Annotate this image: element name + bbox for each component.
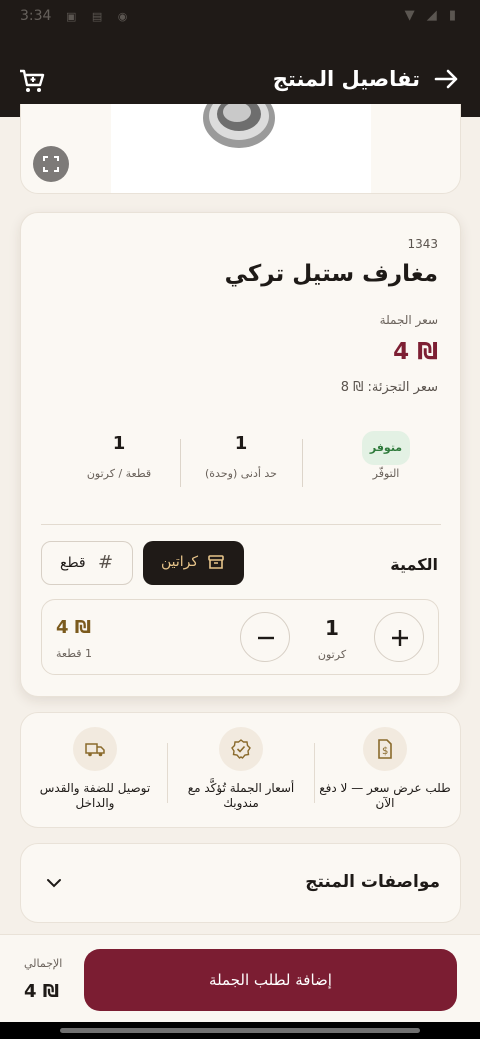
minus-icon <box>258 636 274 640</box>
unit-pieces-label: قطع <box>60 555 86 571</box>
hash-icon: # <box>98 552 114 573</box>
minimum-value: 1 <box>234 433 248 454</box>
total-label: الإجمالي <box>24 957 63 970</box>
unit-cartons-label: كراتين <box>161 554 199 570</box>
retail-price: سعر التجزئة: ₪ 8 <box>340 380 438 395</box>
page-title: تفاصيل المنتج <box>272 67 420 91</box>
quantity-total: ₪ 4 <box>56 617 92 638</box>
quantity-pieces: 1 قطعة <box>56 647 92 660</box>
product-name: مغارف ستيل تركي <box>224 261 438 287</box>
product-photo <box>203 104 275 148</box>
total-value: ₪ 4 <box>24 981 60 1002</box>
minimum-label: حد أدنى (وحدة) <box>205 467 277 480</box>
product-info-card: 1343 مغارف ستيل تركي سعر الجملة ₪ 4 سعر … <box>20 212 461 697</box>
home-indicator[interactable] <box>60 1028 420 1033</box>
decrement-button[interactable] <box>240 612 290 662</box>
notification-icons: ▣ ▤ ◉ <box>66 10 134 23</box>
quantity-unit: كرتون <box>317 648 347 661</box>
feature-item: أسعار الجملة تُؤكَّد مع مندوبك <box>171 727 311 811</box>
quantity-stepper: ₪ 4 1 قطعة 1 كرتون <box>41 599 439 675</box>
unit-cartons-button[interactable]: كراتين <box>143 541 244 585</box>
archive-box-icon <box>208 555 224 569</box>
fullscreen-button[interactable] <box>33 146 69 182</box>
features-card: $ طلب عرض سعر — لا دفع الآن أسعار الجملة… <box>20 712 461 828</box>
availability-label: التوفّر <box>372 467 400 480</box>
increment-button[interactable] <box>374 612 424 662</box>
chevron-down-icon <box>47 879 61 888</box>
divider <box>302 439 303 487</box>
stat-per-carton: 1 قطعة / كرتون <box>59 431 179 480</box>
per-carton-label: قطعة / كرتون <box>86 467 152 480</box>
product-image <box>111 104 371 193</box>
expand-icon <box>43 156 59 172</box>
bottom-bar: الإجمالي ₪ 4 إضافة لطلب الجملة <box>0 934 480 1022</box>
divider <box>41 524 441 525</box>
plus-icon <box>392 630 408 646</box>
feature-item: توصيل للضفة والقدس والداخل <box>25 727 165 811</box>
status-bar: 3:34 ▣ ▤ ◉ ▼ ◢ ▮ <box>0 0 480 45</box>
feature-item: $ طلب عرض سعر — لا دفع الآن <box>315 727 455 811</box>
feature-text: أسعار الجملة تُؤكَّد مع مندوبك <box>187 781 295 810</box>
wholesale-price: ₪ 4 <box>393 339 438 365</box>
unit-pieces-button[interactable]: # قطع <box>41 541 133 585</box>
availability-badge: متوفر <box>361 431 411 465</box>
svg-text:$: $ <box>382 746 388 757</box>
cart-icon[interactable] <box>18 67 46 95</box>
navigation-bar <box>0 1022 480 1039</box>
specs-title: مواصفات المنتج <box>305 872 440 892</box>
specs-accordion[interactable]: مواصفات المنتج <box>20 843 461 923</box>
feature-text: توصيل للضفة والقدس والداخل <box>39 781 151 810</box>
signal-battery-icons: ▼ ◢ ▮ <box>404 8 460 23</box>
per-carton-value: 1 <box>112 433 126 454</box>
divider <box>167 743 168 803</box>
quantity-value[interactable]: 1 <box>312 616 352 640</box>
divider <box>314 743 315 803</box>
invoice-icon: $ <box>363 727 407 771</box>
divider <box>180 439 181 487</box>
product-image-card <box>20 104 461 194</box>
delivery-truck-icon <box>73 727 117 771</box>
product-stats: متوفر التوفّر 1 حد أدنى (وحدة) 1 قطعة / … <box>21 431 462 497</box>
feature-text: طلب عرض سعر — لا دفع الآن <box>319 781 451 810</box>
wholesale-price-label: سعر الجملة <box>379 313 438 327</box>
back-arrow-icon[interactable] <box>432 65 460 93</box>
verified-badge-icon <box>219 727 263 771</box>
quantity-label: الكمية <box>390 555 438 574</box>
status-time: 3:34 <box>20 8 52 24</box>
product-sku: 1343 <box>407 237 438 251</box>
stat-minimum: 1 حد أدنى (وحدة) <box>181 431 301 480</box>
add-to-wholesale-order-button[interactable]: إضافة لطلب الجملة <box>84 949 457 1011</box>
stat-availability: متوفر التوفّر <box>326 431 446 480</box>
